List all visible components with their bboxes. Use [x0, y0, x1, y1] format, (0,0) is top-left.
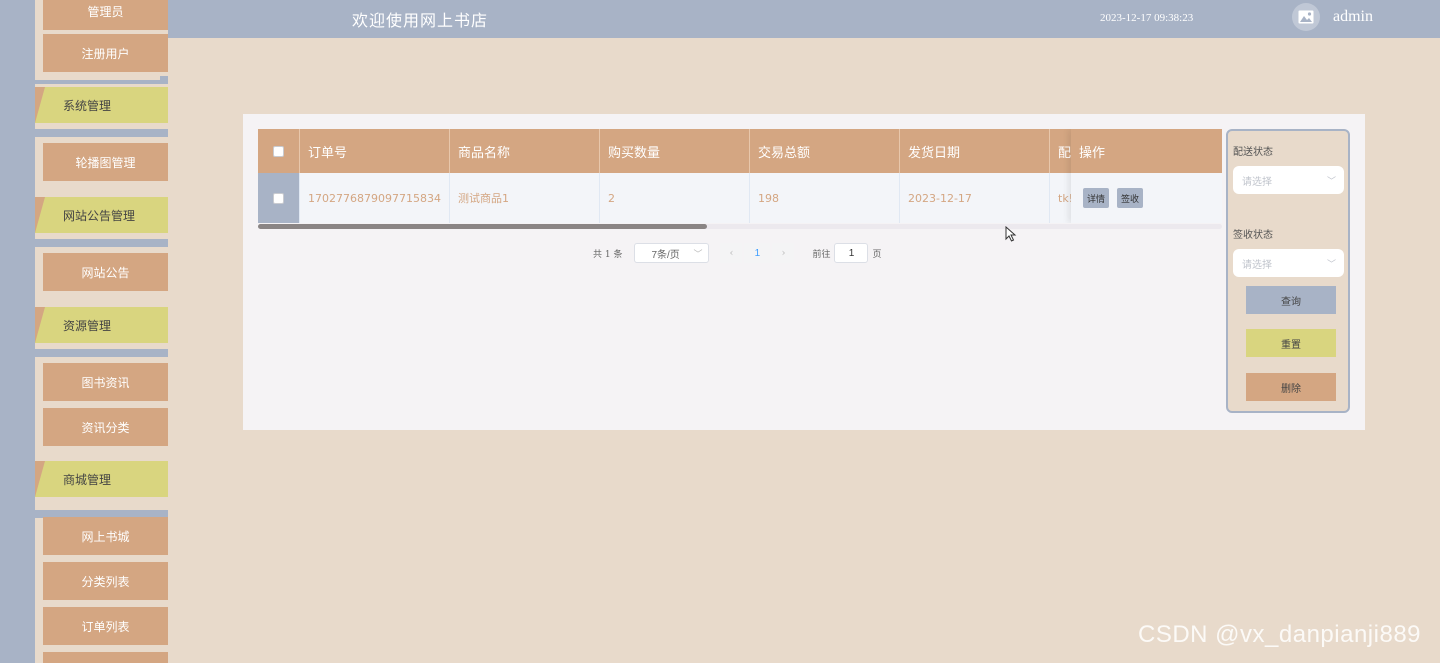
sidebar-item-announcement[interactable]: 网站公告 — [35, 253, 168, 299]
sidebar-item-label: 图书资讯 — [81, 375, 130, 390]
sidebar-item-bookstore[interactable]: 网上书城 — [35, 517, 168, 563]
cell-order-no: 1702776879097715834 — [300, 173, 450, 223]
order-list-card: 订单号 商品名称 购买数量 交易总额 发货日期 配 17027768790977… — [243, 114, 1365, 430]
delivery-status-placeholder: 请选择 — [1242, 176, 1272, 188]
column-header-total[interactable]: 交易总额 — [750, 129, 900, 173]
cell-product: 测试商品1 — [450, 173, 600, 223]
column-header-product[interactable]: 商品名称 — [450, 129, 600, 173]
sidebar-divider — [35, 129, 168, 137]
chevron-left-icon: ‹ — [729, 247, 734, 259]
cell-qty: 2 — [600, 173, 750, 223]
sidebar: 管理员 注册用户 系统管理 轮播图管理 网站公告管理 网站公告 资源管理 图书资… — [0, 0, 168, 663]
sidebar-item-carousel[interactable]: 轮播图管理 — [35, 143, 168, 189]
sidebar-item-label: 网上书城 — [81, 529, 130, 544]
goto-label: 前往 — [812, 249, 831, 260]
image-icon — [1298, 10, 1314, 24]
sidebar-divider — [35, 349, 168, 357]
page-number[interactable]: 1 — [744, 243, 771, 263]
sidebar-item-label: 注册用户 — [81, 46, 130, 61]
chevron-right-icon: › — [781, 247, 786, 259]
column-header-order-no[interactable]: 订单号 — [300, 129, 450, 173]
sidebar-item-admin[interactable]: 管理员 — [35, 0, 168, 38]
header-username[interactable]: admin — [1333, 8, 1373, 26]
cell-ship-date: 2023-12-17 — [900, 173, 1050, 223]
horizontal-scrollbar[interactable] — [258, 224, 707, 229]
sidebar-item-more[interactable] — [35, 652, 168, 663]
sidebar-item-label: 订单列表 — [81, 619, 130, 634]
prev-page-button[interactable]: ‹ — [720, 243, 743, 263]
next-page-button[interactable]: › — [772, 243, 795, 263]
filter-panel: 配送状态 请选择 ﹀ 签收状态 请选择 ﹀ 查询 重置 删除 — [1226, 129, 1350, 413]
select-all-cell — [258, 129, 300, 173]
cell-total: 198 — [750, 173, 900, 223]
row-select-cell — [258, 173, 300, 223]
sidebar-group-system[interactable]: 系统管理 — [35, 87, 168, 123]
sidebar-item-label: 商城管理 — [63, 472, 112, 487]
sidebar-divider — [35, 239, 168, 247]
page-size-select[interactable]: 7条/页 ﹀ — [634, 243, 710, 263]
sign-status-placeholder: 请选择 — [1242, 259, 1272, 271]
chevron-down-icon: ﹀ — [1326, 177, 1336, 187]
sidebar-group-announcements[interactable]: 网站公告管理 — [35, 197, 168, 233]
page-suffix: 页 — [872, 249, 882, 260]
delivery-status-select[interactable]: 请选择 ﹀ — [1233, 166, 1344, 194]
column-header-ship-date[interactable]: 发货日期 — [900, 129, 1050, 173]
chevron-down-icon: ﹀ — [1326, 260, 1336, 270]
row-checkbox[interactable] — [273, 192, 284, 204]
pagination-total: 共 1 条 — [593, 249, 623, 260]
sidebar-item-label: 轮播图管理 — [75, 155, 136, 170]
select-all-checkbox[interactable] — [273, 145, 284, 157]
chevron-down-icon: ﹀ — [693, 249, 703, 259]
sidebar-group-resources[interactable]: 资源管理 — [35, 307, 168, 343]
top-header: 欢迎使用网上书店 2023-12-17 09:38:23 admin — [168, 0, 1440, 38]
watermark: CSDN @vx_danpianji889 — [1138, 621, 1422, 648]
sidebar-item-label: 管理员 — [87, 4, 124, 19]
column-header-actions: 操作 — [1071, 129, 1222, 173]
sidebar-group-mall[interactable]: 商城管理 — [35, 461, 168, 497]
column-header-qty[interactable]: 购买数量 — [600, 129, 750, 173]
sidebar-item-label: 网站公告管理 — [63, 208, 136, 223]
delivery-status-label: 配送状态 — [1233, 147, 1273, 158]
sign-status-select[interactable]: 请选择 ﹀ — [1233, 249, 1344, 277]
goto-page-input[interactable]: 1 — [834, 243, 869, 263]
avatar[interactable] — [1292, 3, 1320, 31]
header-datetime: 2023-12-17 09:38:23 — [1100, 12, 1194, 24]
order-table: 订单号 商品名称 购买数量 交易总额 发货日期 配 17027768790977… — [258, 129, 1222, 223]
sidebar-item-order-list[interactable]: 订单列表 — [35, 607, 168, 653]
sidebar-divider — [35, 76, 168, 84]
reset-button[interactable]: 重置 — [1246, 329, 1336, 357]
sidebar-item-category-list[interactable]: 分类列表 — [35, 562, 168, 608]
sidebar-item-label: 网站公告 — [81, 265, 130, 280]
page-size-value: 7条/页 — [651, 249, 680, 261]
details-button[interactable]: 详情 — [1083, 188, 1110, 208]
sign-button[interactable]: 签收 — [1117, 188, 1144, 208]
sidebar-item-label: 分类列表 — [81, 574, 130, 589]
actions-column: 操作 详情 签收 — [1071, 129, 1222, 223]
sidebar-item-registered-users[interactable]: 注册用户 — [35, 34, 168, 80]
sidebar-item-book-news[interactable]: 图书资讯 — [35, 363, 168, 409]
sidebar-item-label: 系统管理 — [63, 98, 112, 113]
pagination: 共 1 条 7条/页 ﹀ ‹ 1 › 前往 1 页 — [593, 243, 881, 263]
sidebar-item-label: 资讯分类 — [81, 420, 130, 435]
query-button[interactable]: 查询 — [1246, 286, 1336, 314]
sign-status-label: 签收状态 — [1233, 230, 1273, 241]
delete-button[interactable]: 删除 — [1246, 373, 1336, 401]
mouse-cursor-icon — [1005, 226, 1017, 242]
row-actions: 详情 签收 — [1071, 173, 1222, 223]
sidebar-item-label: 资源管理 — [63, 318, 112, 333]
page-title: 欢迎使用网上书店 — [352, 11, 489, 30]
sidebar-item-news-category[interactable]: 资讯分类 — [35, 408, 168, 454]
